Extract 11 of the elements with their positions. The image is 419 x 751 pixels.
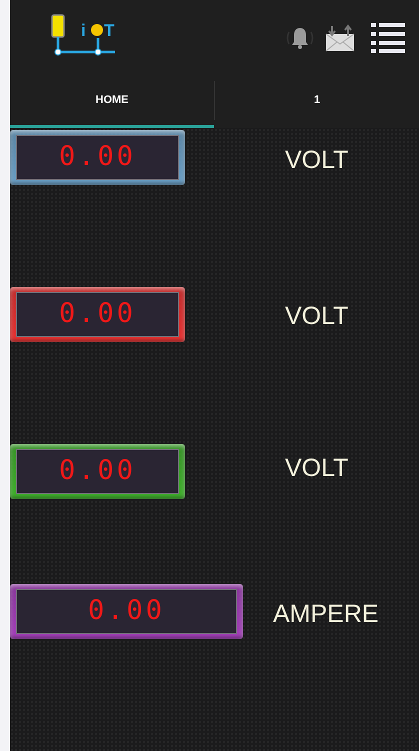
tab[interactable]: 1 xyxy=(215,75,419,128)
meter-value: 0.00 xyxy=(88,594,166,628)
menu-icon[interactable] xyxy=(371,22,405,54)
meter-value: 0.00 xyxy=(58,454,136,488)
mail-icon[interactable] xyxy=(325,24,355,52)
unit-label: VOLT xyxy=(285,301,348,332)
meter-value: 0.00 xyxy=(58,297,136,332)
unit-label: VOLT xyxy=(285,453,348,484)
unit-label: AMPERE xyxy=(273,599,379,630)
meter-value: 0.00 xyxy=(58,140,136,174)
unit-label: VOLT xyxy=(285,145,348,176)
